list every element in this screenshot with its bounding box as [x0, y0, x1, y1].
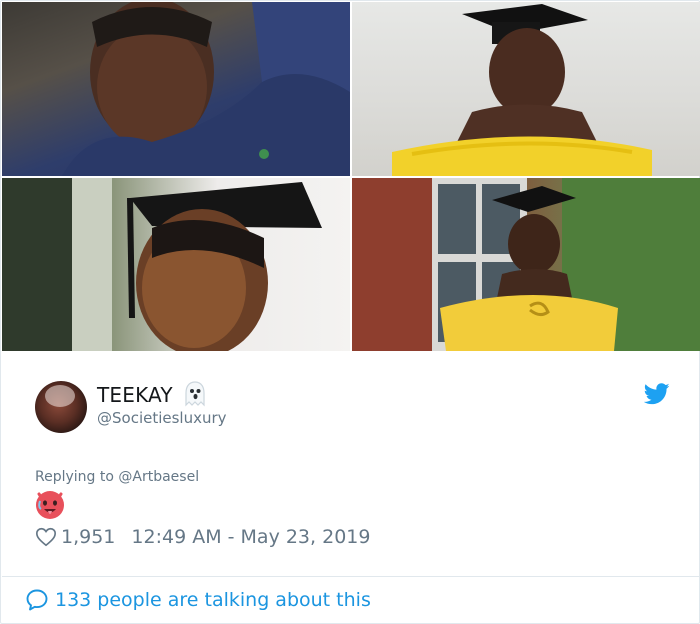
speech-bubble-icon [26, 589, 48, 611]
photo-graduation-cap-closeup [2, 178, 322, 351]
display-name[interactable]: TEEKAY [97, 383, 173, 407]
photo-selfie [62, 2, 350, 176]
tweet-meta: 1,951 12:49 AM - May 23, 2019 [35, 525, 370, 549]
heart-icon[interactable] [35, 526, 57, 548]
hot-face-emoji-icon [36, 491, 64, 519]
reply-prefix: Replying to [35, 469, 119, 485]
tweet-photo-2[interactable] [352, 2, 700, 176]
tweet-timestamp[interactable]: 12:49 AM - May 23, 2019 [131, 526, 370, 548]
like-count[interactable]: 1,951 [61, 526, 115, 548]
avatar[interactable] [35, 381, 87, 433]
divider [2, 576, 700, 577]
tweet-card: TEEKAY @Societiesluxury Replying to @Art… [0, 0, 700, 624]
tweet-photo-3[interactable] [2, 178, 350, 351]
twitter-bird-icon[interactable] [644, 383, 670, 405]
tweet-photo-4[interactable] [352, 178, 700, 351]
reply-to-link[interactable]: @Artbaesel [118, 469, 199, 485]
replying-to: Replying to @Artbaesel [35, 469, 199, 485]
ghost-icon [185, 381, 205, 407]
photo-graduation-outdoor [352, 178, 700, 351]
tweet-photo-1[interactable] [2, 2, 350, 176]
photo-graduation-yellow-dress [392, 4, 652, 176]
user-handle[interactable]: @Societiesluxury [97, 409, 227, 427]
talking-about-text: 133 people are talking about this [55, 589, 371, 611]
talking-about-link[interactable]: 133 people are talking about this [25, 587, 371, 613]
